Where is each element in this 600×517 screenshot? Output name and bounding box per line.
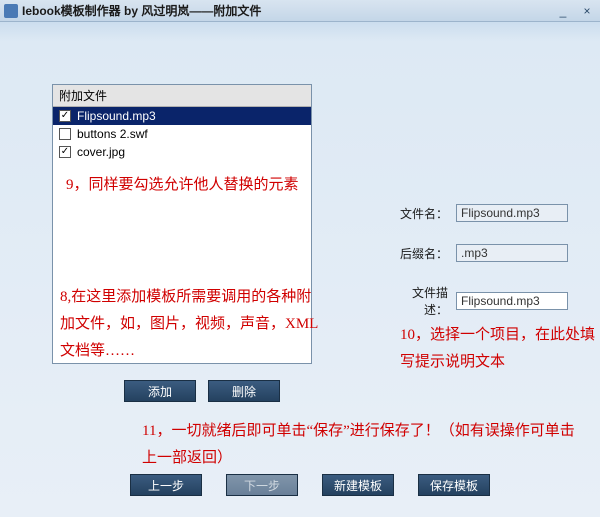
save-template-label: 保存模板 bbox=[430, 477, 478, 494]
description-input[interactable] bbox=[456, 292, 568, 310]
filename-row: 文件名： bbox=[392, 204, 568, 222]
listbox-header: 附加文件 bbox=[53, 85, 311, 107]
list-item[interactable]: ✓ cover.jpg bbox=[53, 143, 311, 161]
add-button[interactable]: 添加 bbox=[124, 380, 196, 402]
prev-step-button[interactable]: 上一步 bbox=[130, 474, 202, 496]
filename-input[interactable] bbox=[456, 204, 568, 222]
extension-label: 后缀名： bbox=[392, 245, 448, 262]
checkbox-icon[interactable]: ✓ bbox=[59, 110, 71, 122]
next-step-button: 下一步 bbox=[226, 474, 298, 496]
app-window: Iebook模板制作器 by 风过明岚——附加文件 _ × 附加文件 ✓ Fli… bbox=[0, 0, 600, 517]
checkbox-icon[interactable] bbox=[59, 128, 71, 140]
window-controls: _ × bbox=[554, 3, 596, 19]
list-item-label: Flipsound.mp3 bbox=[77, 109, 156, 123]
list-item[interactable]: buttons 2.swf bbox=[53, 125, 311, 143]
close-button[interactable]: × bbox=[578, 3, 596, 19]
app-icon bbox=[4, 4, 18, 18]
attachment-listbox[interactable]: 附加文件 ✓ Flipsound.mp3 buttons 2.swf ✓ cov… bbox=[52, 84, 312, 364]
content-area: 附加文件 ✓ Flipsound.mp3 buttons 2.swf ✓ cov… bbox=[0, 22, 600, 517]
list-item-label: cover.jpg bbox=[77, 145, 125, 159]
delete-button[interactable]: 删除 bbox=[208, 380, 280, 402]
window-title: Iebook模板制作器 by 风过明岚——附加文件 bbox=[22, 2, 554, 19]
titlebar: Iebook模板制作器 by 风过明岚——附加文件 _ × bbox=[0, 0, 600, 22]
delete-button-label: 删除 bbox=[232, 383, 256, 400]
checkbox-icon[interactable]: ✓ bbox=[59, 146, 71, 158]
annotation-10: 10，选择一个项目，在此处填写提示说明文本 bbox=[400, 322, 600, 376]
description-row: 文件描述： bbox=[392, 284, 568, 318]
list-item-label: buttons 2.swf bbox=[77, 127, 148, 141]
new-template-button[interactable]: 新建模板 bbox=[322, 474, 394, 496]
add-button-label: 添加 bbox=[148, 383, 172, 400]
next-step-label: 下一步 bbox=[244, 477, 280, 494]
new-template-label: 新建模板 bbox=[334, 477, 382, 494]
description-label: 文件描述： bbox=[392, 284, 448, 318]
annotation-11: 11，一切就绪后即可单击“保存”进行保存了！（如有误操作可单击上一部返回） bbox=[142, 418, 582, 472]
list-item[interactable]: ✓ Flipsound.mp3 bbox=[53, 107, 311, 125]
minimize-button[interactable]: _ bbox=[554, 3, 572, 19]
extension-row: 后缀名： bbox=[392, 244, 568, 262]
filename-label: 文件名： bbox=[392, 205, 448, 222]
save-template-button[interactable]: 保存模板 bbox=[418, 474, 490, 496]
prev-step-label: 上一步 bbox=[148, 477, 184, 494]
extension-input[interactable] bbox=[456, 244, 568, 262]
